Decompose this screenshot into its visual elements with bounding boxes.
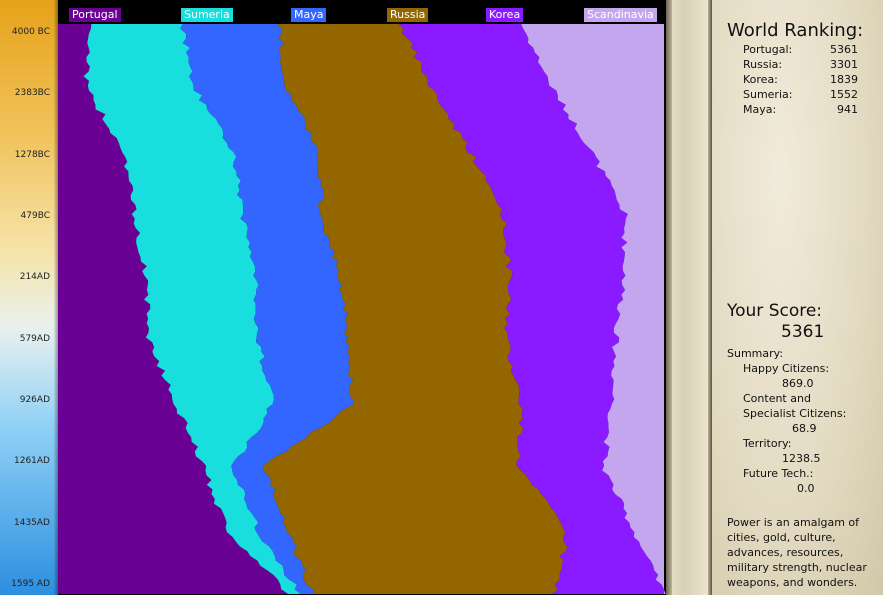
timeline-tick-label: 1435AD [14,517,50,528]
ranking-civ-name: Portugal: [743,43,793,56]
ranking-civ-score: 3301 [830,58,858,71]
timeline-tick-label: 1278BC [14,149,50,160]
your-score-title: Your Score: [727,301,823,321]
content-citizens-label: Content and [743,392,811,405]
score-panel: World Ranking: Portugal: 5361 Russia: 3301 K… [712,0,883,595]
timeline-tick-label: 1595 AD [11,579,50,589]
ranking-civ-name: Russia: [743,58,783,71]
specialist-citizens-label: Specialist Citizens: [743,407,847,420]
civ-label-sumeria: Sumeria [181,8,233,22]
ranking-civ-score: 1552 [830,88,858,101]
civ-label-scandinavia: Scandinavia [584,8,657,22]
ranking-row: Portugal: 5361 [743,42,858,57]
timeline-tick-label: 214AD [19,272,50,283]
ranking-row: Maya: 941 [743,102,858,117]
civ-label-korea: Korea [486,8,524,22]
future-tech-label: Future Tech.: [743,467,814,480]
ranking-civ-score: 5361 [830,43,858,56]
power-description: Power is an amalgam of cities, gold, cul… [727,516,867,589]
timeline-tick-label: 4000 BC [11,27,50,37]
summary-label: Summary: [727,347,784,360]
territory-label: Territory: [743,437,792,450]
timeline-tick-label: 579AD [19,333,50,344]
civ-label-portugal: Portugal [69,8,121,22]
ranking-row: Korea: 1839 [743,72,858,87]
power-graph: Portugal Sumeria Maya Russia Korea Scandinavi… [58,0,666,595]
ranking-row: Russia: 3301 [743,57,858,72]
happy-citizens-value: 869.0 [782,377,814,390]
timeline-tick-label: 1261AD [14,456,50,467]
ranking-civ-score: 941 [837,103,858,116]
timeline-tick-label: 926AD [19,395,50,405]
timeline-tick-label: 2383BC [14,88,50,99]
future-tech-value: 0.0 [797,482,815,495]
ranking-civ-name: Korea: [743,73,778,86]
power-graph-svg [58,24,666,594]
content-citizens-value: 68.9 [792,422,817,435]
ranking-civ-score: 1839 [830,73,858,86]
panel-divider [666,0,712,595]
timeline-tick-label: 479BC [20,211,50,221]
civ-label-russia: Russia [387,8,429,22]
civ-label-maya: Maya [291,8,327,22]
ranking-civ-name: Maya: [743,103,777,116]
territory-value: 1238.5 [782,452,821,465]
ranking-civ-name: Sumeria: [743,88,793,101]
your-score-value: 5361 [781,322,825,342]
timeline-axis: 4000 BC 2383BC 1278BC 479BC 214AD 579AD 926AD 1… [0,0,58,595]
ranking-row: Sumeria: 1552 [743,87,858,102]
happy-citizens-label: Happy Citizens: [743,362,830,375]
world-ranking-title: World Ranking: [727,20,864,41]
